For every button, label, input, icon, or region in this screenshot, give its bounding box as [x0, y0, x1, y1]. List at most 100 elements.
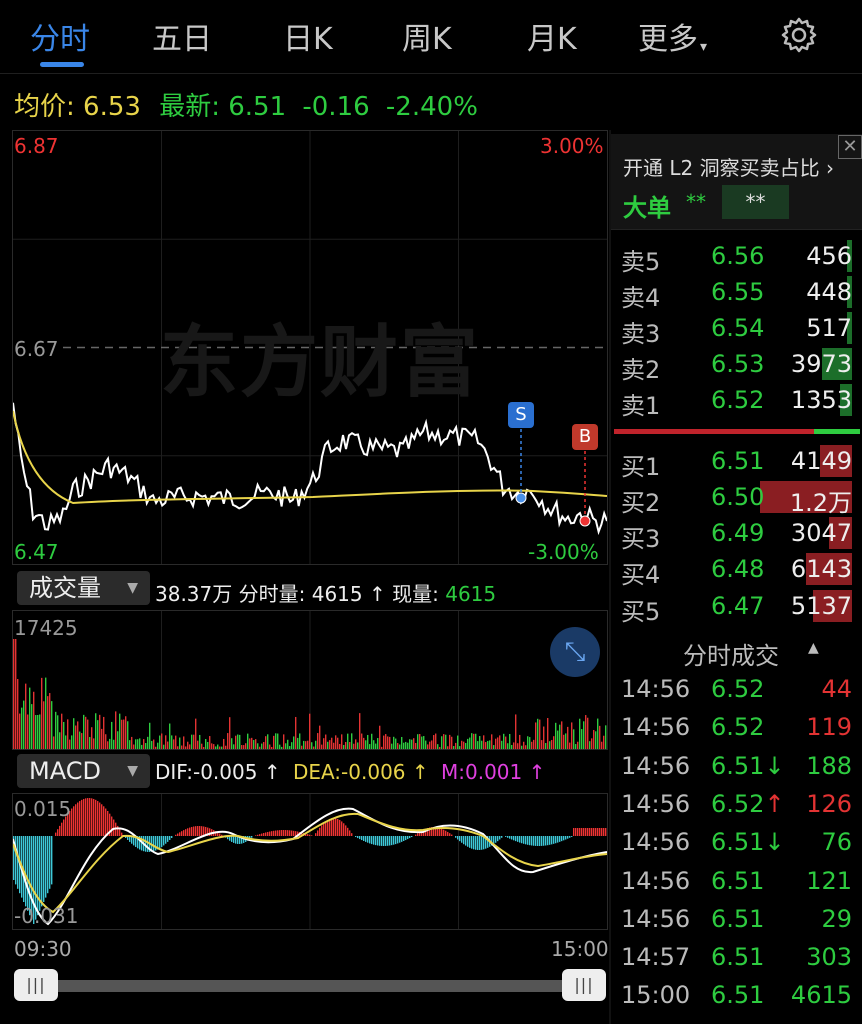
- tick-time: 14:56: [621, 904, 691, 933]
- order-book-bid-5[interactable]: 买5 6.47 5137: [611, 588, 862, 626]
- volume-bar: [489, 740, 491, 749]
- volume-bar: [231, 738, 233, 749]
- macd-histogram-bar: [395, 836, 397, 845]
- macd-histogram-bar: [203, 826, 205, 836]
- order-book-price: 6.55: [711, 278, 765, 306]
- buy-signal-marker[interactable]: B: [572, 424, 598, 450]
- expand-chart-button[interactable]: ⤡: [550, 627, 600, 677]
- order-book-bid-3[interactable]: 买3 6.49 3047: [611, 515, 862, 553]
- volume-bar: [469, 737, 471, 749]
- volume-bar: [599, 725, 601, 749]
- price-axis-low-pct: -3.00%: [528, 540, 599, 564]
- volume-bar: [303, 740, 305, 749]
- order-book-price: 6.54: [711, 314, 765, 342]
- volume-bar: [415, 742, 417, 749]
- macd-histogram-bar: [495, 836, 497, 843]
- order-book-ask-2[interactable]: 卖2 6.53 3973: [611, 346, 862, 384]
- macd-histogram-bar: [361, 836, 363, 841]
- volume-bar: [575, 744, 577, 749]
- volume-bar: [51, 701, 53, 749]
- macd-histogram-bar: [293, 830, 295, 836]
- macd-histogram-bar: [391, 836, 393, 846]
- order-book-ask-4[interactable]: 卖4 6.55 448: [611, 274, 862, 312]
- macd-histogram-bar: [315, 833, 317, 836]
- macd-indicator-select[interactable]: MACD ▼: [17, 754, 150, 788]
- macd-histogram-bar: [575, 828, 577, 836]
- slider-handle-left[interactable]: |||: [14, 969, 58, 1001]
- macd-histogram-bar: [93, 798, 95, 836]
- order-book-ask-5[interactable]: 卖5 6.56 456: [611, 238, 862, 276]
- tab-weekly-k[interactable]: 周K: [402, 14, 452, 58]
- tick-list-title[interactable]: 分时成交: [683, 636, 779, 671]
- order-book-level-label: 买2: [621, 489, 661, 517]
- tick-volume: 126: [806, 789, 852, 818]
- volume-bar: [321, 744, 323, 749]
- macd-histogram-bar: [539, 836, 541, 846]
- caret-up-icon[interactable]: ▲: [808, 640, 819, 656]
- macd-histogram-bar: [537, 836, 539, 846]
- tab-five-day[interactable]: 五日: [152, 14, 212, 58]
- macd-chart[interactable]: [12, 793, 608, 930]
- macd-histogram-bar: [549, 836, 551, 845]
- order-book-bid-4[interactable]: 买4 6.48 6143: [611, 551, 862, 589]
- macd-histogram-bar: [189, 827, 191, 836]
- volume-bar: [527, 736, 529, 749]
- order-book-ask-1[interactable]: 卖1 6.52 1353: [611, 382, 862, 420]
- volume-bar: [365, 740, 367, 749]
- volume-bar: [25, 683, 27, 749]
- volume-bar: [91, 727, 93, 749]
- order-book-bid-2[interactable]: 买2 6.50 1.2万: [611, 479, 862, 517]
- volume-bar: [507, 743, 509, 749]
- macd-histogram-bar: [397, 836, 399, 844]
- macd-histogram-bar: [179, 832, 181, 836]
- settings-button[interactable]: [780, 16, 818, 54]
- macd-histogram-bar: [505, 836, 507, 837]
- l2-close-button[interactable]: ✕: [838, 135, 862, 159]
- order-book-volume: 1353: [790, 386, 852, 414]
- macd-histogram-bar: [521, 836, 523, 844]
- volume-bar: [19, 713, 21, 749]
- volume-indicator-select[interactable]: 成交量 ▼: [17, 571, 150, 605]
- volume-bar: [549, 741, 551, 749]
- volume-chart[interactable]: [12, 610, 608, 750]
- tick-time: 14:56: [621, 866, 691, 895]
- macd-histogram-bar: [169, 836, 171, 840]
- order-book-bid-1[interactable]: 买1 6.51 4149: [611, 443, 862, 481]
- macd-histogram-bar: [501, 836, 503, 838]
- volume-bar: [465, 742, 467, 749]
- tick-row: 14:57 6.51 303: [611, 941, 862, 979]
- active-tab-indicator: [40, 62, 84, 67]
- macd-histogram-bar: [175, 834, 177, 836]
- volume-bar: [337, 737, 339, 749]
- order-book-volume: 6143: [790, 555, 852, 583]
- volume-bar: [119, 713, 121, 749]
- volume-bar: [245, 743, 247, 749]
- volume-bar: [565, 733, 567, 749]
- macd-histogram-bar: [197, 826, 199, 836]
- volume-bar: [433, 735, 435, 749]
- volume-bar: [547, 718, 549, 749]
- l2-promo-title[interactable]: 开通 L2 洞察买卖占比 ›: [623, 152, 834, 181]
- macd-histogram-bar: [595, 828, 597, 836]
- volume-bar: [201, 743, 203, 749]
- macd-histogram-bar: [85, 798, 87, 836]
- sell-signal-marker[interactable]: S: [508, 402, 534, 428]
- macd-histogram-bar: [177, 833, 179, 836]
- volume-bar: [501, 740, 503, 749]
- volume-bar: [561, 721, 563, 749]
- order-book-price: 6.49: [711, 519, 765, 547]
- macd-histogram-bar: [77, 802, 79, 836]
- volume-bar: [289, 746, 291, 749]
- tab-intraday[interactable]: 分时: [30, 14, 90, 58]
- macd-histogram-bar: [351, 833, 353, 836]
- volume-bar: [57, 715, 59, 749]
- macd-histogram-bar: [363, 836, 365, 841]
- macd-histogram-bar: [345, 825, 347, 836]
- tab-monthly-k[interactable]: 月K: [527, 14, 577, 58]
- tab-daily-k[interactable]: 日K: [283, 14, 333, 58]
- slider-handle-right[interactable]: |||: [562, 969, 606, 1001]
- tab-more[interactable]: 更多 ▾: [638, 14, 707, 58]
- time-range-slider[interactable]: [40, 980, 590, 992]
- order-book-ask-3[interactable]: 卖3 6.54 517: [611, 310, 862, 348]
- macd-histogram-bar: [199, 826, 201, 836]
